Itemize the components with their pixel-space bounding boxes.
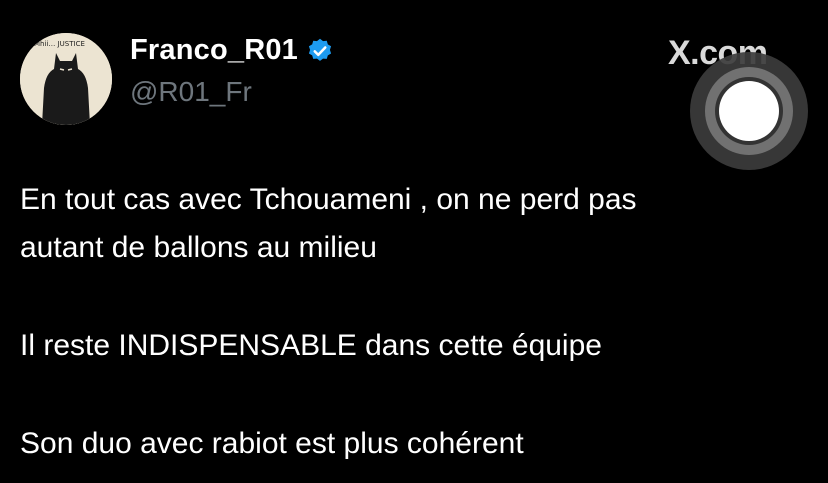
- tweet-line: autant de ballons au milieu: [20, 231, 377, 264]
- tweet-line: En tout cas avec Tchouameni , on ne perd…: [20, 183, 637, 216]
- tweet-line: Il reste INDISPENSABLE dans cette équipe: [20, 329, 602, 362]
- tweet-line: Son duo avec rabiot est plus cohérent: [20, 427, 524, 460]
- user-handle[interactable]: @R01_Fr: [130, 76, 252, 108]
- assistive-touch-inner-ring: [715, 77, 783, 145]
- avatar-caption: Mhii… JUSTICE: [34, 40, 85, 48]
- assistive-touch-icon[interactable]: [690, 52, 808, 170]
- assistive-touch-core: [719, 81, 779, 141]
- author-name-row[interactable]: Franco_R01: [130, 34, 334, 67]
- display-name[interactable]: Franco_R01: [130, 34, 298, 67]
- avatar[interactable]: Mhii… JUSTICE: [20, 33, 112, 125]
- verified-badge-icon: [308, 38, 332, 61]
- tweet-text: En tout cas avec Tchouameni , on ne perd…: [20, 176, 800, 468]
- assistive-touch-ring: [705, 67, 793, 155]
- avatar-batman-drawing: Mhii… JUSTICE: [20, 33, 112, 125]
